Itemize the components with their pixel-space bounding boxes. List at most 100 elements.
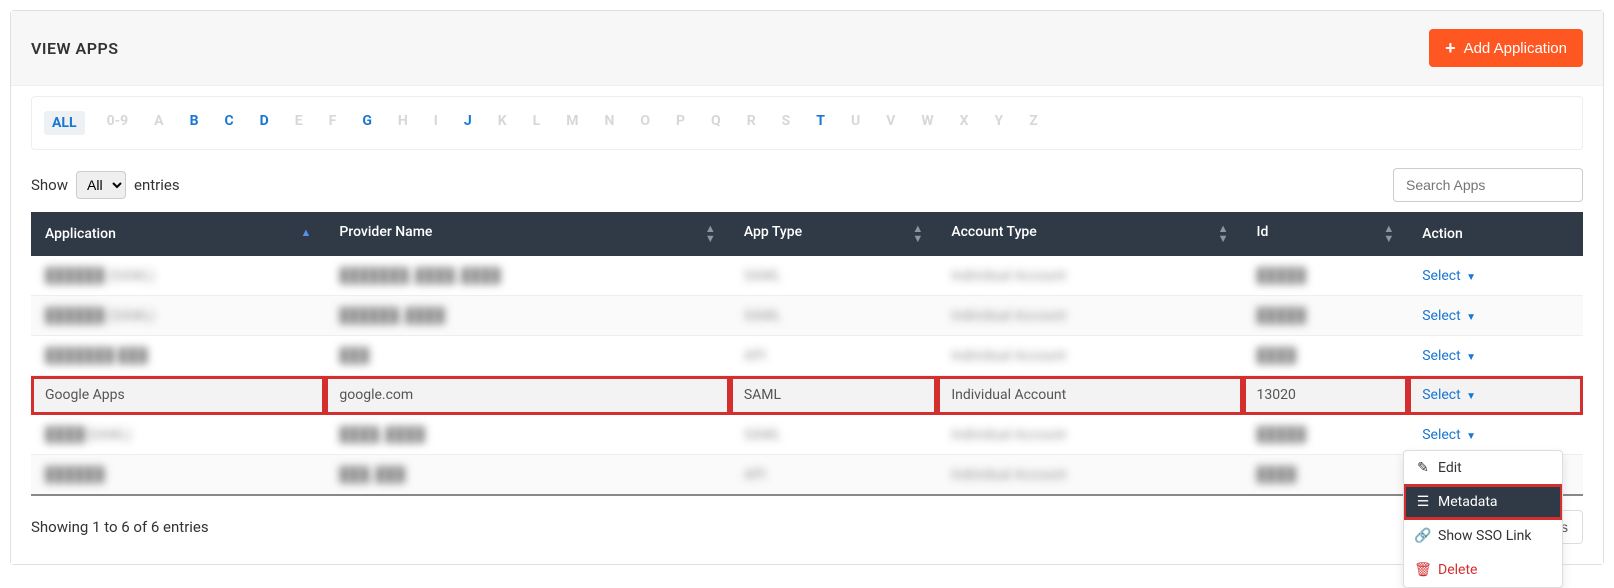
cell-application: ██████ (SAML) bbox=[31, 256, 325, 296]
dropdown-metadata[interactable]: ☰ Metadata bbox=[1404, 485, 1562, 519]
apps-panel: VIEW APPS + Add Application ALL 0-9 ABCDEF… bbox=[10, 10, 1604, 565]
table-row: ███████ ██████APIIndividual Account████ S… bbox=[31, 336, 1583, 376]
cell-accounttype: Individual Account bbox=[937, 376, 1242, 415]
col-apptype[interactable]: App Type▲▼ bbox=[730, 212, 938, 256]
dropdown-edit[interactable]: ✎ Edit bbox=[1404, 451, 1562, 485]
cell-apptype: API bbox=[730, 455, 938, 496]
edit-icon: ✎ bbox=[1416, 460, 1430, 476]
caret-down-icon: ▼ bbox=[1466, 431, 1476, 442]
link-icon: 🔗 bbox=[1416, 528, 1430, 544]
select-action[interactable]: Select ▼ bbox=[1422, 348, 1476, 364]
alpha-item-v[interactable]: V bbox=[882, 111, 899, 135]
alpha-item-m[interactable]: M bbox=[562, 111, 582, 135]
alpha-item-j[interactable]: J bbox=[460, 111, 476, 135]
apps-table: Application▲ Provider Name▲▼ App Type▲▼ … bbox=[31, 212, 1583, 496]
alpha-item-y[interactable]: Y bbox=[991, 111, 1008, 135]
alpha-item-o[interactable]: O bbox=[636, 111, 654, 135]
sort-icon: ▲▼ bbox=[912, 224, 923, 244]
select-action[interactable]: Select ▼ bbox=[1422, 268, 1476, 284]
caret-down-icon: ▼ bbox=[1466, 352, 1476, 363]
panel-header: VIEW APPS + Add Application bbox=[11, 11, 1603, 86]
alpha-item-i[interactable]: I bbox=[430, 111, 442, 135]
cell-apptype: API bbox=[730, 336, 938, 376]
alpha-item-s[interactable]: S bbox=[778, 111, 795, 135]
action-dropdown: ✎ Edit ☰ Metadata 🔗 Show SSO Link 🗑 Dele… bbox=[1403, 450, 1563, 588]
caret-down-icon: ▼ bbox=[1466, 272, 1476, 283]
alpha-item-e[interactable]: E bbox=[291, 111, 307, 135]
alpha-item-u[interactable]: U bbox=[847, 111, 864, 135]
select-action[interactable]: Select ▼ bbox=[1422, 387, 1476, 403]
alpha-item-p[interactable]: P bbox=[672, 111, 689, 135]
dropdown-delete[interactable]: 🗑 Delete bbox=[1404, 553, 1562, 587]
cell-id: ████ bbox=[1243, 336, 1409, 376]
cell-apptype: SAML bbox=[730, 256, 938, 296]
table-row: Google Appsgoogle.comSAMLIndividual Acco… bbox=[31, 376, 1583, 415]
alpha-item-x[interactable]: X bbox=[956, 111, 973, 135]
cell-id: █████ bbox=[1243, 256, 1409, 296]
table-footer: Showing 1 to 6 of 6 entries First Previo… bbox=[31, 510, 1583, 544]
caret-down-icon: ▼ bbox=[1466, 312, 1476, 323]
cell-provider: ███_███ bbox=[325, 455, 729, 496]
cell-accounttype: Individual Account bbox=[937, 455, 1242, 496]
cell-accounttype: Individual Account bbox=[937, 256, 1242, 296]
cell-action: Select ▼ bbox=[1408, 336, 1583, 376]
cell-accounttype: Individual Account bbox=[937, 336, 1242, 376]
alpha-item-f[interactable]: F bbox=[325, 111, 341, 135]
cell-action: Select ▼ bbox=[1408, 256, 1583, 296]
cell-id: █████ bbox=[1243, 296, 1409, 336]
cell-application: ████(SAML) bbox=[31, 415, 325, 455]
cell-action: Select ▼ bbox=[1408, 376, 1583, 415]
add-button-label: Add Application bbox=[1464, 40, 1567, 57]
select-action[interactable]: Select ▼ bbox=[1422, 308, 1476, 324]
table-row: ██████ (SAML)██████_████SAMLIndividual A… bbox=[31, 296, 1583, 336]
alpha-item-0-9[interactable]: 0-9 bbox=[103, 111, 133, 135]
add-application-button[interactable]: + Add Application bbox=[1429, 29, 1583, 67]
col-id[interactable]: Id▲▼ bbox=[1243, 212, 1409, 256]
alpha-item-n[interactable]: N bbox=[600, 111, 618, 135]
entries-info: Showing 1 to 6 of 6 entries bbox=[31, 518, 209, 536]
cell-provider: ███ bbox=[325, 336, 729, 376]
entries-select[interactable]: All bbox=[76, 171, 126, 199]
cell-apptype: SAML bbox=[730, 296, 938, 336]
cell-accounttype: Individual Account bbox=[937, 296, 1242, 336]
dropdown-show-sso[interactable]: 🔗 Show SSO Link bbox=[1404, 519, 1562, 553]
col-action: Action bbox=[1408, 212, 1583, 256]
cell-id: █████ bbox=[1243, 415, 1409, 455]
cell-action: Select ▼ bbox=[1408, 415, 1583, 455]
alpha-item-a[interactable]: A bbox=[150, 111, 167, 135]
alpha-item-b[interactable]: B bbox=[186, 111, 203, 135]
col-application[interactable]: Application▲ bbox=[31, 212, 325, 256]
alpha-item-g[interactable]: G bbox=[358, 111, 376, 135]
list-icon: ☰ bbox=[1416, 494, 1430, 510]
alpha-item-h[interactable]: H bbox=[394, 111, 412, 135]
search-input[interactable] bbox=[1393, 168, 1583, 202]
alpha-item-t[interactable]: T bbox=[812, 111, 829, 135]
select-action[interactable]: Select ▼ bbox=[1422, 427, 1476, 443]
cell-action: Select ▼ bbox=[1408, 296, 1583, 336]
alpha-item-r[interactable]: R bbox=[743, 111, 760, 135]
sort-icon: ▲▼ bbox=[1218, 224, 1229, 244]
sort-icon: ▲▼ bbox=[1383, 224, 1394, 244]
cell-accounttype: Individual Account bbox=[937, 415, 1242, 455]
alpha-item-all[interactable]: ALL bbox=[44, 111, 85, 135]
alpha-item-k[interactable]: K bbox=[494, 111, 511, 135]
alpha-item-d[interactable]: D bbox=[256, 111, 273, 135]
show-label-after: entries bbox=[134, 176, 180, 194]
cell-provider: ███████_████_████ bbox=[325, 256, 729, 296]
col-accounttype[interactable]: Account Type▲▼ bbox=[937, 212, 1242, 256]
cell-id: 13020 bbox=[1243, 376, 1409, 415]
alpha-item-l[interactable]: L bbox=[529, 111, 545, 135]
alpha-item-c[interactable]: C bbox=[221, 111, 238, 135]
alpha-item-q[interactable]: Q bbox=[707, 111, 725, 135]
col-provider[interactable]: Provider Name▲▼ bbox=[325, 212, 729, 256]
sort-icon: ▲▼ bbox=[705, 224, 716, 244]
cell-application: ██████ bbox=[31, 455, 325, 496]
alpha-item-w[interactable]: W bbox=[917, 111, 937, 135]
caret-down-icon: ▼ bbox=[1466, 391, 1476, 402]
cell-provider: google.com bbox=[325, 376, 729, 415]
cell-provider: ██████_████ bbox=[325, 296, 729, 336]
cell-application: ███████ ███ bbox=[31, 336, 325, 376]
alpha-item-z[interactable]: Z bbox=[1025, 111, 1042, 135]
cell-apptype: SAML bbox=[730, 415, 938, 455]
trash-icon: 🗑 bbox=[1416, 562, 1430, 578]
